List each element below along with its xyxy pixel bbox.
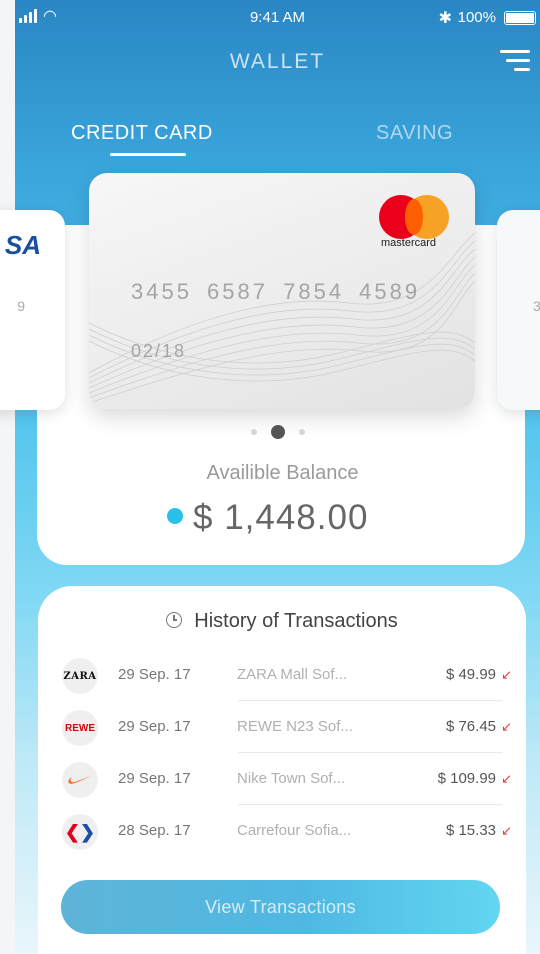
- transaction-merchant: Nike Town Sof...: [237, 770, 346, 787]
- rewe-logo-icon: REWE: [62, 710, 98, 746]
- transaction-amount: $ 76.45: [445, 718, 496, 735]
- pager-dot-active[interactable]: [271, 425, 285, 439]
- arrow-outgoing-icon: ↙: [501, 823, 512, 838]
- card-expiry: 02/18: [131, 341, 187, 361]
- hamburger-menu-icon[interactable]: [500, 50, 530, 74]
- tab-saving[interactable]: SAVING: [376, 122, 453, 145]
- transaction-date: 29 Sep. 17: [118, 666, 191, 683]
- left-edge-strip: [0, 0, 15, 954]
- tab-credit-card[interactable]: CREDIT CARD: [71, 122, 213, 145]
- transaction-date: 29 Sep. 17: [118, 770, 191, 787]
- transaction-amount: $ 109.99: [437, 770, 496, 787]
- transaction-row[interactable]: 29 Sep. 17 Nike Town Sof... $ 109.99 ↙: [38, 753, 526, 805]
- arrow-outgoing-icon: ↙: [501, 771, 512, 786]
- wallet-screen: ◠ 9:41 AM ✱ 100% WALLET CREDIT CARD SAVI…: [0, 0, 540, 954]
- card-number-partial: 3: [533, 298, 540, 314]
- bluetooth-icon: ✱: [438, 10, 452, 27]
- transaction-merchant: ZARA Mall Sof...: [237, 666, 348, 683]
- card-visa-preview[interactable]: SA 9: [0, 210, 65, 410]
- page-title: WALLET: [229, 50, 326, 73]
- carrefour-logo-icon: ❮ ❯: [62, 814, 98, 850]
- transaction-merchant: Carrefour Sofia...: [237, 822, 352, 839]
- transaction-row[interactable]: ❮ ❯ 28 Sep. 17 Carrefour Sofia... $ 15.33…: [38, 805, 526, 857]
- arrow-outgoing-icon: ↙: [501, 667, 512, 682]
- card-next-preview[interactable]: 3: [497, 210, 540, 410]
- mastercard-label: mastercard: [381, 237, 437, 249]
- arrow-outgoing-icon: ↙: [501, 719, 512, 734]
- balance-amount: $ 1,448.00: [193, 498, 369, 537]
- nike-logo-icon: [62, 762, 98, 798]
- clock-icon: [166, 612, 183, 628]
- history-title: History of Transactions: [194, 610, 398, 632]
- status-bar: ◠ 9:41 AM ✱ 100%: [15, 6, 540, 32]
- active-tab-indicator: [110, 153, 186, 156]
- transaction-row[interactable]: ZARA 29 Sep. 17 ZARA Mall Sof... $ 49.99…: [38, 649, 526, 701]
- balance-label: Availible Balance: [206, 462, 359, 484]
- transaction-amount: $ 49.99: [445, 666, 496, 683]
- battery-icon: [504, 11, 536, 25]
- pager-dot[interactable]: [251, 429, 257, 435]
- transaction-amount: $ 15.33: [445, 822, 496, 839]
- battery-percent: 100%: [457, 9, 496, 26]
- transaction-date: 28 Sep. 17: [118, 822, 191, 839]
- card-number: 3455 6587 7854 4589: [131, 279, 421, 304]
- transaction-date: 29 Sep. 17: [118, 718, 191, 735]
- card-pager: [251, 425, 305, 439]
- mastercard-card[interactable]: mastercard 3455 6587 7854 4589 02/18: [89, 173, 475, 409]
- card-number-partial: 9: [17, 298, 25, 314]
- visa-logo: SA: [4, 230, 41, 260]
- balance-indicator-dot: [167, 508, 183, 524]
- transaction-merchant: REWE N23 Sof...: [237, 718, 353, 735]
- transaction-row[interactable]: REWE 29 Sep. 17 REWE N23 Sof... $ 76.45 …: [38, 701, 526, 753]
- pager-dot[interactable]: [299, 429, 305, 435]
- history-heading: History of Transactions: [38, 610, 526, 633]
- view-transactions-button[interactable]: View Transactions: [61, 880, 500, 934]
- mastercard-logo-icon: [379, 195, 449, 239]
- zara-logo-icon: ZARA: [62, 658, 98, 694]
